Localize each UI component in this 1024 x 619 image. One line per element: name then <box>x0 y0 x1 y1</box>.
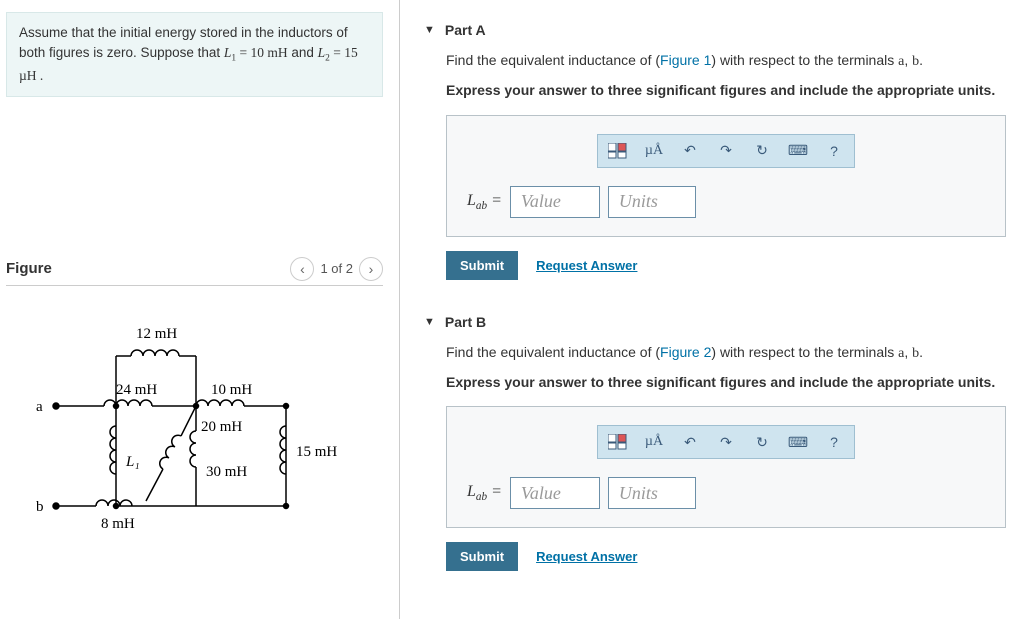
part-b-body: Find the equivalent inductance of (Figur… <box>424 342 1000 584</box>
figure-header: Figure ‹ 1 of 2 › <box>6 257 383 286</box>
part-b-instruction: Express your answer to three significant… <box>446 372 1000 392</box>
left-panel: Assume that the initial energy stored in… <box>0 0 400 619</box>
L1-expr: L1 = 10 mH <box>224 45 288 60</box>
figure-2-link[interactable]: Figure 2 <box>660 344 711 360</box>
part-b-answer-box: µÅ ↶ ↷ ↻ ⌨ ? Lab = Value Units <box>446 406 1006 528</box>
part-a-body: Find the equivalent inductance of (Figur… <box>424 50 1000 292</box>
reset-icon[interactable]: ↻ <box>750 430 774 454</box>
units-icon[interactable]: µÅ <box>642 139 666 163</box>
caret-down-icon: ▼ <box>424 316 435 328</box>
svg-text:24 mH: 24 mH <box>116 382 157 398</box>
svg-text:20 mH: 20 mH <box>201 419 242 435</box>
part-b-var: Lab = <box>467 483 502 503</box>
svg-text:a: a <box>36 399 43 415</box>
part-b-submit-row: Submit Request Answer <box>446 542 1000 571</box>
keyboard-icon[interactable]: ⌨ <box>786 430 810 454</box>
part-b-value-input[interactable]: Value <box>510 477 600 509</box>
part-b-units-input[interactable]: Units <box>608 477 696 509</box>
problem-statement: Assume that the initial energy stored in… <box>6 12 383 97</box>
part-b-answer-row: Lab = Value Units <box>467 477 985 509</box>
svg-text:L₁: L₁ <box>125 454 140 470</box>
units-icon[interactable]: µÅ <box>642 430 666 454</box>
figure-title: Figure <box>6 260 52 277</box>
redo-icon[interactable]: ↷ <box>714 139 738 163</box>
reset-icon[interactable]: ↻ <box>750 139 774 163</box>
next-figure-button[interactable]: › <box>359 257 383 281</box>
figure-pager: ‹ 1 of 2 › <box>290 257 383 281</box>
part-b-title: Part B <box>445 314 486 330</box>
part-a-toolbar: µÅ ↶ ↷ ↻ ⌨ ? <box>597 134 855 168</box>
part-a-header[interactable]: ▼ Part A <box>424 18 1000 50</box>
help-icon[interactable]: ? <box>822 430 846 454</box>
help-icon[interactable]: ? <box>822 139 846 163</box>
part-a-var: Lab = <box>467 192 502 212</box>
right-panel: ▼ Part A Find the equivalent inductance … <box>400 0 1024 619</box>
prev-figure-button[interactable]: ‹ <box>290 257 314 281</box>
figure-pager-text: 1 of 2 <box>320 261 353 276</box>
part-a-prompt: Find the equivalent inductance of (Figur… <box>446 50 1000 72</box>
circuit-svg: 12 mH 24 mH 10 mH 20 mH L₁ 30 mH 15 mH 8… <box>26 316 356 546</box>
part-a-submit-row: Submit Request Answer <box>446 251 1000 280</box>
svg-text:b: b <box>36 499 44 515</box>
part-b-toolbar: µÅ ↶ ↷ ↻ ⌨ ? <box>597 425 855 459</box>
part-b-header[interactable]: ▼ Part B <box>424 310 1000 342</box>
part-b-submit-button[interactable]: Submit <box>446 542 518 571</box>
caret-down-icon: ▼ <box>424 24 435 36</box>
svg-text:10 mH: 10 mH <box>211 382 252 398</box>
circuit-figure: 12 mH 24 mH 10 mH 20 mH L₁ 30 mH 15 mH 8… <box>6 286 383 559</box>
part-a-answer-box: µÅ ↶ ↷ ↻ ⌨ ? Lab = Value Units <box>446 115 1006 237</box>
part-a-title: Part A <box>445 22 486 38</box>
redo-icon[interactable]: ↷ <box>714 430 738 454</box>
part-b-prompt: Find the equivalent inductance of (Figur… <box>446 342 1000 364</box>
undo-icon[interactable]: ↶ <box>678 430 702 454</box>
part-a-units-input[interactable]: Units <box>608 186 696 218</box>
part-a-request-answer-link[interactable]: Request Answer <box>536 258 637 273</box>
svg-text:30 mH: 30 mH <box>206 464 247 480</box>
part-b-request-answer-link[interactable]: Request Answer <box>536 549 637 564</box>
svg-text:8 mH: 8 mH <box>101 516 135 532</box>
template-icon[interactable] <box>606 139 630 163</box>
part-a-answer-row: Lab = Value Units <box>467 186 985 218</box>
undo-icon[interactable]: ↶ <box>678 139 702 163</box>
svg-text:15 mH: 15 mH <box>296 444 337 460</box>
part-a-value-input[interactable]: Value <box>510 186 600 218</box>
part-a-submit-button[interactable]: Submit <box>446 251 518 280</box>
part-a-instruction: Express your answer to three significant… <box>446 80 1000 100</box>
template-icon[interactable] <box>606 430 630 454</box>
keyboard-icon[interactable]: ⌨ <box>786 139 810 163</box>
figure-1-link[interactable]: Figure 1 <box>660 52 711 68</box>
svg-text:12 mH: 12 mH <box>136 326 177 342</box>
